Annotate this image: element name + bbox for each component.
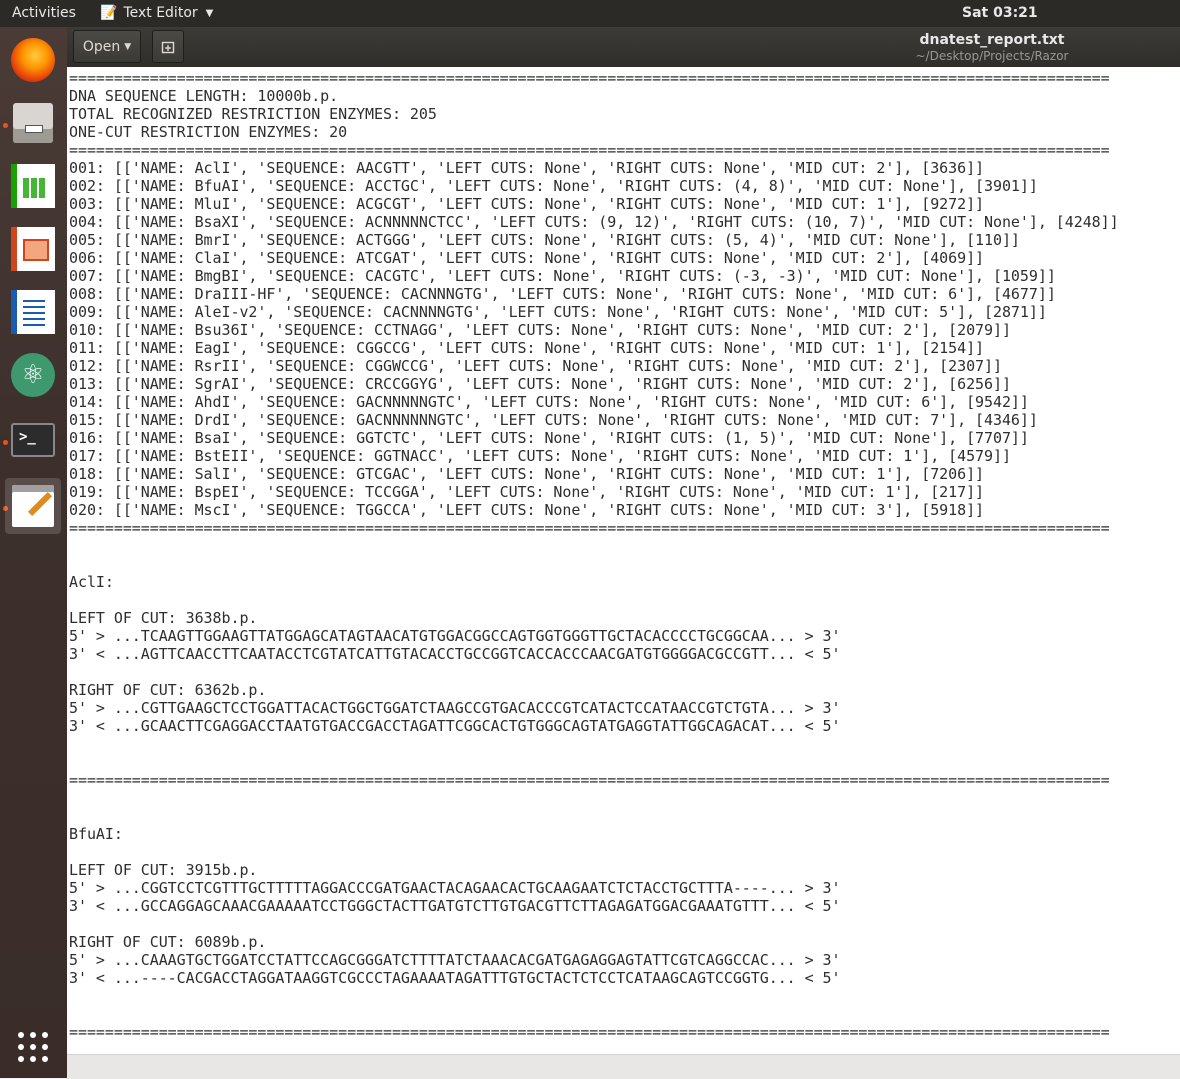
text-line: 3' < ...AGTTCAACCTTCAATACCTCGTATCATTGTAC… xyxy=(69,645,841,663)
chevron-down-icon: ▼ xyxy=(124,41,132,52)
text-line: 001: [['NAME: AclI', 'SEQUENCE: AACGTT',… xyxy=(69,159,985,177)
text-line: 018: [['NAME: SalI', 'SEQUENCE: GTCGAC',… xyxy=(69,465,985,483)
text-line: 3' < ...----CACGACCTAGGATAAGGTCGCCCTAGAA… xyxy=(69,969,841,987)
launcher-terminal[interactable]: >_ xyxy=(5,412,61,468)
text-line: 002: [['NAME: BfuAI', 'SEQUENCE: ACCTGC'… xyxy=(69,177,1038,195)
open-button[interactable]: Open ▼ xyxy=(73,30,141,63)
text-line: 009: [['NAME: AleI-v2', 'SEQUENCE: CACNN… xyxy=(69,303,1047,321)
launcher-files[interactable] xyxy=(5,95,61,151)
text-line: 006: [['NAME: ClaI', 'SEQUENCE: ATCGAT',… xyxy=(69,249,985,267)
text-line: ========================================… xyxy=(69,69,1110,87)
text-line: 003: [['NAME: MluI', 'SEQUENCE: ACGCGT',… xyxy=(69,195,985,213)
launcher-text-editor[interactable] xyxy=(5,478,61,534)
text-line: 5' > ...CAAAGTGCTGGATCCTATTCCAGCGGGATCTT… xyxy=(69,951,841,969)
text-line: 005: [['NAME: BmrI', 'SEQUENCE: ACTGGG',… xyxy=(69,231,1020,249)
libreoffice-impress-icon xyxy=(11,227,55,271)
status-bar xyxy=(67,1054,1180,1079)
file-path: ~/Desktop/Projects/Razor xyxy=(915,49,1069,63)
text-line: 017: [['NAME: BstEII', 'SEQUENCE: GGTNAC… xyxy=(69,447,1011,465)
text-editor-icon xyxy=(12,485,54,527)
launcher-calc[interactable] xyxy=(5,158,61,214)
text-line: 3' < ...GCCAGGAGCAAACGAAAAATCCTGGGCTACTT… xyxy=(69,897,841,915)
launcher-impress[interactable] xyxy=(5,221,61,277)
text-line: ========================================… xyxy=(69,519,1110,537)
text-line: 004: [['NAME: BsaXI', 'SEQUENCE: ACNNNNN… xyxy=(69,213,1119,231)
text-line: AclI: xyxy=(69,573,114,591)
firefox-icon xyxy=(11,38,55,82)
text-line: 019: [['NAME: BspEI', 'SEQUENCE: TCCGGA'… xyxy=(69,483,985,501)
text-line: 016: [['NAME: BsaI', 'SEQUENCE: GGTCTC',… xyxy=(69,429,1029,447)
files-icon xyxy=(13,103,53,143)
text-line: 5' > ...CGGTCCTCGTTTGCTTTTTAGGACCCGATGAA… xyxy=(69,879,841,897)
text-line: ONE-CUT RESTRICTION ENZYMES: 20 xyxy=(69,123,348,141)
text-line: 012: [['NAME: RsrII', 'SEQUENCE: CGGWCCG… xyxy=(69,357,1002,375)
text-line: 011: [['NAME: EagI', 'SEQUENCE: CGGCCG',… xyxy=(69,339,985,357)
launcher-writer[interactable] xyxy=(5,284,61,340)
launcher-dock: ⚛ >_ xyxy=(0,27,67,1078)
new-document-icon xyxy=(161,41,175,53)
text-line: 5' > ...CGTTGAAGCTCCTGGATTACACTGGCTGGATC… xyxy=(69,699,841,717)
clock[interactable]: Sat 03:21 xyxy=(962,5,1038,21)
libreoffice-calc-icon xyxy=(11,164,55,208)
text-line: TOTAL RECOGNIZED RESTRICTION ENZYMES: 20… xyxy=(69,105,437,123)
open-button-label: Open xyxy=(82,38,121,55)
text-line: 010: [['NAME: Bsu36I', 'SEQUENCE: CCTNAG… xyxy=(69,321,1011,339)
atom-icon: ⚛ xyxy=(11,353,55,397)
window-title: dnatest_report.txt ~/Desktop/Projects/Ra… xyxy=(867,32,1117,63)
text-line: 013: [['NAME: SgrAI', 'SEQUENCE: CRCCGGY… xyxy=(69,375,1011,393)
editor-headerbar: Open ▼ dnatest_report.txt ~/Desktop/Proj… xyxy=(67,27,1180,67)
document-text[interactable]: ========================================… xyxy=(67,67,1180,1041)
text-line: BfuAI: xyxy=(69,825,123,843)
text-line: 014: [['NAME: AhdI', 'SEQUENCE: GACNNNNN… xyxy=(69,393,1029,411)
app-menu[interactable]: 📝 Text Editor ▼ xyxy=(100,5,213,21)
text-line: LEFT OF CUT: 3915b.p. xyxy=(69,861,258,879)
text-view[interactable]: ========================================… xyxy=(67,67,1180,1054)
show-applications-icon[interactable] xyxy=(18,1032,48,1062)
text-line: LEFT OF CUT: 3638b.p. xyxy=(69,609,258,627)
launcher-atom[interactable]: ⚛ xyxy=(5,347,61,403)
text-line: 007: [['NAME: BmgBI', 'SEQUENCE: CACGTC'… xyxy=(69,267,1056,285)
text-editor-icon: 📝 xyxy=(100,5,118,21)
terminal-icon: >_ xyxy=(11,423,55,457)
app-menu-label: Text Editor xyxy=(123,5,198,21)
text-line: ========================================… xyxy=(69,141,1110,159)
new-document-button[interactable] xyxy=(152,30,184,63)
chevron-down-icon: ▼ xyxy=(205,7,214,19)
file-name: dnatest_report.txt xyxy=(919,32,1065,48)
text-line: 008: [['NAME: DraIII-HF', 'SEQUENCE: CAC… xyxy=(69,285,1056,303)
text-line: 015: [['NAME: DrdI', 'SEQUENCE: GACNNNNN… xyxy=(69,411,1038,429)
launcher-firefox[interactable] xyxy=(5,32,61,88)
text-line: RIGHT OF CUT: 6089b.p. xyxy=(69,933,267,951)
text-line: 020: [['NAME: MscI', 'SEQUENCE: TGGCCA',… xyxy=(69,501,985,519)
activities-button[interactable]: Activities xyxy=(12,5,76,21)
text-line: RIGHT OF CUT: 6362b.p. xyxy=(69,681,267,699)
text-line: ========================================… xyxy=(69,1023,1110,1041)
text-line: 5' > ...TCAAGTTGGAAGTTATGGAGCATAGTAACATG… xyxy=(69,627,841,645)
text-line: 3' < ...GCAACTTCGAGGACCTAATGTGACCGACCTAG… xyxy=(69,717,841,735)
libreoffice-writer-icon xyxy=(11,290,55,334)
top-panel: Activities 📝 Text Editor ▼ Sat 03:21 xyxy=(0,0,1180,27)
text-line: DNA SEQUENCE LENGTH: 10000b.p. xyxy=(69,87,339,105)
text-line: ========================================… xyxy=(69,771,1110,789)
